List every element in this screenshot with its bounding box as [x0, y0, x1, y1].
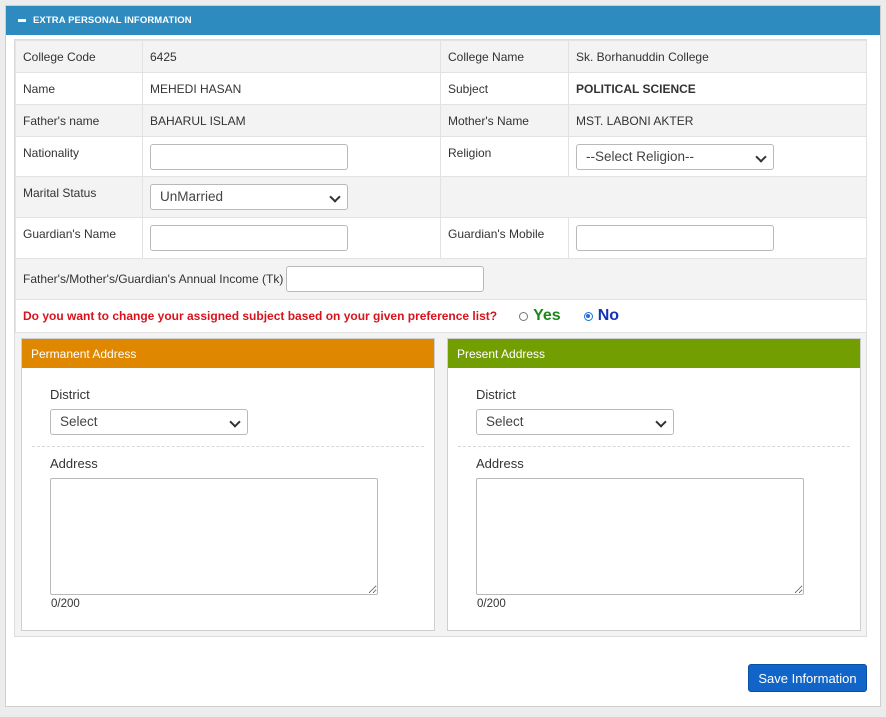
income-cell: Father's/Mother's/Guardian's Annual Inco…: [15, 258, 867, 300]
divider: [32, 446, 424, 447]
present-address-header: Present Address: [448, 339, 860, 368]
subject-value: POLITICAL SCIENCE: [568, 72, 867, 105]
table-row: Guardian's Name Guardian's Mobile: [15, 217, 867, 259]
nationality-label: Nationality: [15, 136, 143, 177]
guardian-name-cell: [142, 217, 441, 259]
nationality-input[interactable]: [150, 143, 348, 170]
religion-select[interactable]: --Select Religion--: [576, 143, 774, 170]
guardian-mobile-cell: [568, 217, 867, 259]
subject-change-question: Do you want to change your assigned subj…: [23, 309, 498, 323]
present-address-panel: Present Address District Select Address …: [447, 338, 861, 631]
guardian-name-label: Guardian's Name: [15, 217, 143, 259]
table-row: Name MEHEDI HASAN Subject POLITICAL SCIE…: [15, 72, 867, 105]
chevron-down-icon: [329, 191, 341, 203]
income-label: Father's/Mother's/Guardian's Annual Inco…: [23, 272, 284, 286]
mother-name-value: MST. LABONI AKTER: [568, 104, 867, 137]
guardian-name-input[interactable]: [150, 225, 348, 251]
table-row: Marital Status UnMarried: [15, 176, 867, 218]
table-row: Father's/Mother's/Guardian's Annual Inco…: [15, 258, 867, 300]
guardian-mobile-label: Guardian's Mobile: [440, 217, 569, 259]
permanent-address-textarea[interactable]: [50, 478, 378, 595]
chevron-down-icon: [655, 416, 667, 428]
present-district-label: District: [476, 387, 516, 402]
father-name-value: BAHARUL ISLAM: [142, 104, 441, 137]
chevron-down-icon: [755, 150, 767, 163]
table-row: College Code 6425 College Name Sk. Borha…: [15, 40, 867, 73]
college-code-value: 6425: [142, 40, 441, 73]
divider: [458, 446, 850, 447]
present-address-title: Present Address: [457, 346, 546, 361]
religion-cell: --Select Religion--: [568, 136, 867, 177]
marital-status-cell: UnMarried: [142, 176, 441, 218]
permanent-address-header: Permanent Address: [22, 339, 434, 368]
panel-title: EXTRA PERSONAL INFORMATION: [33, 15, 192, 26]
yes-label[interactable]: Yes: [533, 307, 561, 325]
religion-selected-value: --Select Religion--: [586, 148, 695, 164]
question-cell: Do you want to change your assigned subj…: [15, 299, 867, 333]
income-input[interactable]: [286, 266, 485, 292]
name-value: MEHEDI HASAN: [142, 72, 441, 105]
college-name-label: College Name: [440, 40, 569, 73]
collapse-icon[interactable]: [18, 19, 26, 22]
guardian-mobile-input[interactable]: [576, 225, 774, 251]
marital-status-select[interactable]: UnMarried: [150, 184, 348, 210]
panel-header[interactable]: EXTRA PERSONAL INFORMATION: [6, 6, 880, 35]
permanent-address-panel: Permanent Address District Select Addres…: [21, 338, 435, 631]
permanent-address-title: Permanent Address: [31, 346, 137, 361]
present-district-select[interactable]: Select: [476, 409, 674, 435]
table-row: Nationality Religion --Select Religion--: [15, 136, 867, 177]
no-option[interactable]: No: [583, 307, 619, 325]
empty-cell: [440, 176, 867, 218]
permanent-char-counter: 0/200: [51, 598, 80, 610]
yes-radio[interactable]: [519, 311, 529, 321]
subject-label: Subject: [440, 72, 569, 105]
chevron-down-icon: [229, 416, 241, 428]
mother-name-label: Mother's Name: [440, 104, 569, 137]
religion-label: Religion: [440, 136, 569, 177]
permanent-district-value: Select: [60, 414, 98, 429]
no-label[interactable]: No: [598, 307, 619, 325]
permanent-district-select[interactable]: Select: [50, 409, 248, 435]
permanent-district-label: District: [50, 387, 90, 402]
present-char-counter: 0/200: [477, 598, 506, 610]
college-code-label: College Code: [15, 40, 143, 73]
father-name-label: Father's name: [15, 104, 143, 137]
present-district-value: Select: [486, 414, 524, 429]
present-address-label: Address: [476, 456, 524, 471]
save-information-button[interactable]: Save Information: [748, 664, 867, 692]
table-row: Do you want to change your assigned subj…: [15, 299, 867, 333]
table-row: Father's name BAHARUL ISLAM Mother's Nam…: [15, 104, 867, 137]
no-radio[interactable]: [583, 311, 593, 321]
college-name-value: Sk. Borhanuddin College: [568, 40, 867, 73]
marital-status-selected-value: UnMarried: [160, 189, 224, 204]
permanent-address-label: Address: [50, 456, 98, 471]
nationality-cell: [142, 136, 441, 177]
yes-option[interactable]: Yes: [519, 307, 561, 325]
name-label: Name: [15, 72, 143, 105]
marital-status-label: Marital Status: [15, 176, 143, 218]
present-address-textarea[interactable]: [476, 478, 804, 595]
info-table: College Code 6425 College Name Sk. Borha…: [15, 40, 867, 333]
